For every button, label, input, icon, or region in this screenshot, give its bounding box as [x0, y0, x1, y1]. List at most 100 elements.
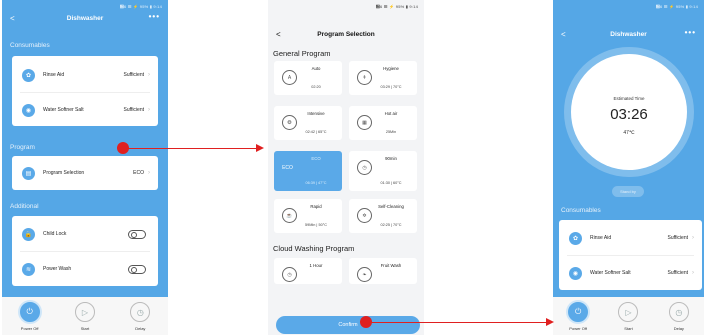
timer-face: Estimated Time 03:26 47℃ — [571, 54, 687, 170]
program-heading: Program — [10, 144, 35, 151]
program-time: 02:25 | 70°C — [380, 223, 402, 227]
hot-air-icon: ▦ — [357, 115, 372, 130]
consumables-card: ✿ Rinse Aid Sufficient › ◉ Water Softner… — [559, 220, 702, 290]
program-card-self-cleaning[interactable]: ✲ Self-Cleaning 02:25 | 70°C — [349, 199, 417, 233]
chevron-right-icon: › — [148, 170, 150, 176]
program-card-auto[interactable]: A Auto 02:20 — [274, 61, 342, 95]
additional-heading: Additional — [10, 203, 39, 210]
90min-icon: ◷ — [357, 160, 372, 175]
page-title: Dishwasher — [610, 31, 647, 38]
divider — [567, 255, 694, 256]
program-selection-label: Program Selection — [43, 170, 85, 176]
dishwasher-control-screen: ὏6 ☰ ⚡ 95% ▮ 9:14 < Dishwasher ••• Consu… — [2, 0, 168, 335]
power-wash-icon: ≋ — [22, 262, 35, 276]
power-off-label: Power Off — [20, 326, 39, 331]
program-name: 90min — [385, 156, 397, 161]
divider — [20, 92, 150, 93]
salt-label: Water Softner Salt — [43, 107, 84, 113]
fruit-wash-icon: ❧ — [357, 267, 372, 282]
power-icon: ⏻ — [19, 302, 40, 322]
program-name: Rapid — [310, 204, 322, 209]
program-card-90min[interactable]: ◷ 90min 01:30 | 60°C — [349, 151, 417, 191]
power-off-button[interactable]: ⏻ Power Off — [10, 302, 50, 331]
program-time: 02:42 | 65°C — [305, 130, 327, 134]
list-item-child-lock: 🔒 Child Lock — [12, 218, 158, 250]
rinse-aid-value: Sufficient — [667, 235, 688, 241]
start-label: Start — [624, 326, 633, 331]
bottom-action-bar: ⏻ Power Off ▷ Start ◷ Delay — [2, 297, 168, 335]
program-card-rapid[interactable]: ☕ Rapid 59Min | 50°C — [274, 199, 342, 233]
program-name: Intensive — [307, 111, 325, 116]
program-time: 06:39 | 47°C — [305, 181, 327, 185]
bottom-action-bar: ⏻ Power Off ▷ Start ◷ Delay — [553, 297, 704, 335]
program-card-hot-air[interactable]: ▦ Hot air 25Min — [349, 106, 417, 140]
power-wash-toggle[interactable] — [128, 264, 146, 274]
arrow-head-icon — [256, 144, 264, 152]
more-icon[interactable]: ••• — [149, 12, 160, 21]
clock-icon: ◷ — [668, 302, 689, 322]
chevron-right-icon: › — [148, 72, 150, 78]
list-item-power-wash: ≋ Power Wash — [12, 253, 158, 285]
rinse-aid-icon: ✿ — [569, 231, 582, 245]
program-time: 59Min | 50°C — [305, 223, 327, 227]
hygiene-icon: ↟ — [357, 70, 372, 85]
divider — [20, 251, 150, 252]
start-label: Start — [80, 326, 90, 331]
list-item-water-softener-salt[interactable]: ◉ Water Softner Salt Sufficient › — [559, 257, 702, 289]
rapid-icon: ☕ — [282, 208, 297, 223]
salt-icon: ◉ — [569, 266, 582, 280]
chevron-right-icon: › — [692, 270, 694, 276]
header: < Dishwasher ••• — [553, 28, 704, 44]
lock-icon: 🔒 — [22, 227, 35, 241]
salt-icon: ◉ — [22, 103, 35, 117]
status-bar: ὏6 ☰ ⚡ 95% ▮ 9:14 — [119, 4, 162, 9]
start-button[interactable]: ▷ Start — [65, 302, 105, 331]
program-selection-screen: ὏6 ☰ ⚡ 95% ▮ 9:14 < Program Selection Ge… — [268, 0, 424, 335]
more-icon[interactable]: ••• — [685, 28, 696, 37]
salt-value: Sufficient — [123, 107, 144, 113]
start-button[interactable]: ▷ Start — [608, 302, 648, 331]
cloud-program-heading: Cloud Washing Program — [273, 244, 355, 253]
status-badge: Stand by — [612, 186, 644, 197]
rinse-aid-label: Rinse Aid — [590, 235, 612, 241]
program-card-eco[interactable]: ECO ECO 06:39 | 47°C — [274, 151, 342, 191]
annotation-arrow-line — [125, 148, 259, 149]
chevron-right-icon: › — [148, 107, 150, 113]
program-card-1-hour[interactable]: ◷ 1 Hour — [274, 258, 342, 284]
salt-label: Water Softner Salt — [590, 270, 631, 276]
consumables-heading: Consumables — [10, 42, 50, 49]
program-time: 01:30 | 60°C — [380, 181, 402, 185]
program-card-intensive[interactable]: ❂ Intensive 02:42 | 65°C — [274, 106, 342, 140]
self-cleaning-icon: ✲ — [357, 208, 372, 223]
power-off-button[interactable]: ⏻ Power Off — [558, 302, 598, 331]
play-icon: ▷ — [618, 302, 639, 322]
program-selection-value: ECO — [133, 170, 144, 176]
delay-button[interactable]: ◷ Delay — [120, 302, 160, 331]
power-off-label: Power Off — [569, 326, 588, 331]
program-selection-row[interactable]: ▤ Program Selection ECO › — [12, 157, 158, 189]
list-item-rinse-aid[interactable]: ✿ Rinse Aid Sufficient › — [12, 59, 158, 91]
general-program-heading: General Program — [273, 49, 331, 58]
consumables-heading: Consumables — [561, 207, 601, 214]
back-icon[interactable]: < — [276, 30, 281, 39]
dishwasher-running-screen: ὏6 ☰ ⚡ 95% ▮ 9:14 < Dishwasher ••• Estim… — [553, 0, 704, 335]
status-bar: ὏6 ☰ ⚡ 95% ▮ 9:14 — [375, 4, 418, 9]
confirm-button[interactable]: Confirm — [276, 316, 420, 334]
rinse-aid-label: Rinse Aid — [43, 72, 65, 78]
program-card-hygiene[interactable]: ↟ Hygiene 03:29 | 70°C — [349, 61, 417, 95]
back-icon[interactable]: < — [561, 30, 566, 39]
power-icon: ⏻ — [568, 302, 589, 322]
consumables-card: ✿ Rinse Aid Sufficient › ◉ Water Softner… — [12, 56, 158, 126]
delay-button[interactable]: ◷ Delay — [659, 302, 699, 331]
back-icon[interactable]: < — [10, 14, 15, 23]
auto-icon: A — [282, 70, 297, 85]
play-icon: ▷ — [74, 302, 95, 322]
list-item-water-softener-salt[interactable]: ◉ Water Softner Salt Sufficient › — [12, 94, 158, 126]
list-item-rinse-aid[interactable]: ✿ Rinse Aid Sufficient › — [559, 222, 702, 254]
program-name: ECO — [311, 156, 321, 161]
program-name: Fruit Wash — [380, 263, 402, 268]
program-card-fruit-wash[interactable]: ❧ Fruit Wash — [349, 258, 417, 284]
chevron-right-icon: › — [692, 235, 694, 241]
header: < Dishwasher ••• — [2, 12, 168, 28]
child-lock-toggle[interactable] — [128, 229, 146, 239]
